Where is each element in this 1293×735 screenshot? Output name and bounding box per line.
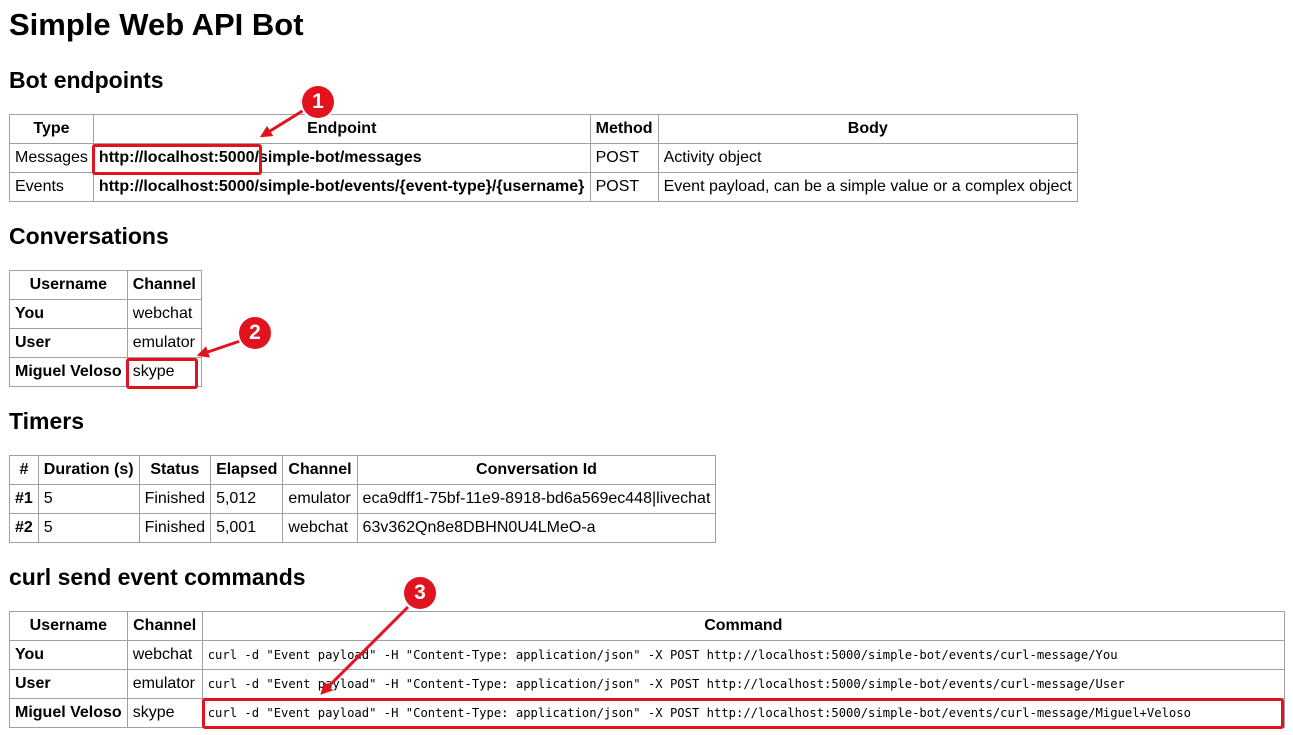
annotation-badge-3: 3 xyxy=(404,577,436,609)
arrow-1 xyxy=(259,108,305,138)
annotation-badge-2: 2 xyxy=(239,317,271,349)
arrow-3 xyxy=(320,605,410,695)
annotation-arrows xyxy=(196,108,410,695)
annotation-badge-1: 1 xyxy=(302,86,334,118)
arrow-2 xyxy=(196,338,244,358)
